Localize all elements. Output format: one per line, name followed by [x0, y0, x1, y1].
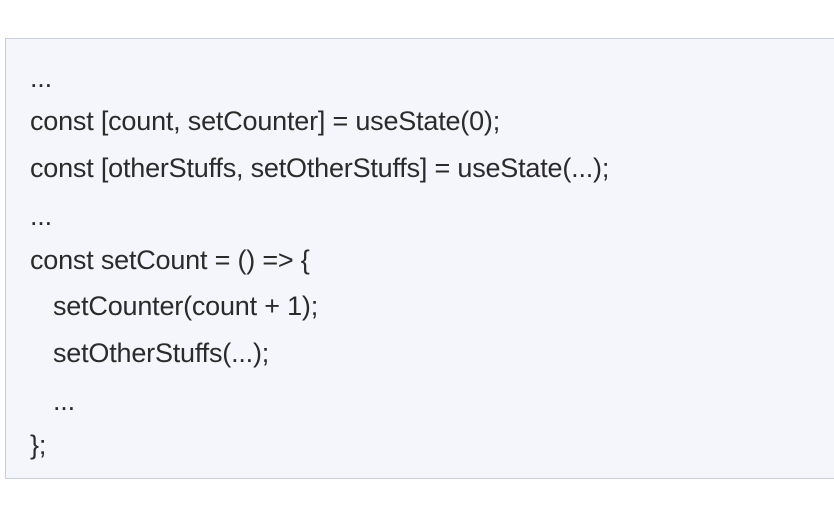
code-line-ellipsis-3: ... — [53, 386, 75, 416]
code-line-ellipsis-1: ... — [30, 63, 52, 93]
code-line-closing-brace: }; — [30, 430, 47, 460]
code-line-setotherstuffs-call: setOtherStuffs(...); — [53, 338, 270, 368]
code-block: ... const [count, setCounter] = useState… — [5, 38, 834, 479]
code-line-count-state: const [count, setCounter] = useState(0); — [30, 106, 501, 136]
code-line-otherstuffs-state: const [otherStuffs, setOtherStuffs] = us… — [30, 153, 610, 183]
code-line-setcount-declaration: const setCount = () => { — [30, 245, 310, 275]
code-line-setcounter-call: setCounter(count + 1); — [53, 291, 318, 321]
code-line-ellipsis-2: ... — [30, 201, 52, 231]
